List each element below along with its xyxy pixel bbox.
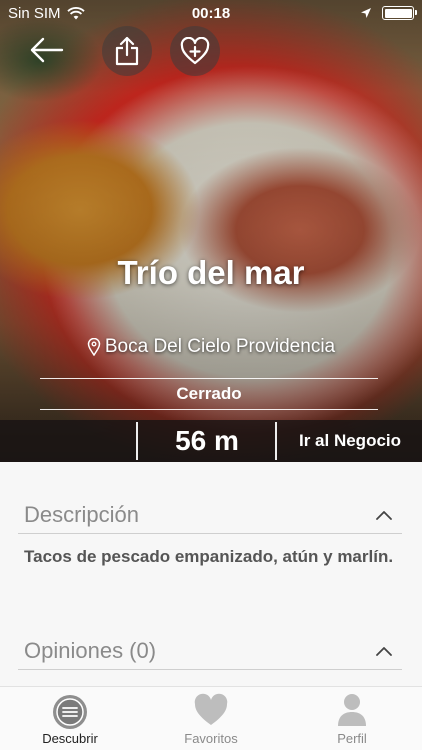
- location-arrow-icon: [361, 8, 371, 18]
- share-icon: [115, 36, 139, 66]
- heart-plus-icon: [180, 37, 210, 65]
- person-icon: [338, 694, 366, 726]
- heart-icon: [194, 693, 228, 725]
- place-title: Trío del mar: [117, 254, 305, 291]
- tab-bar: Descubrir Favoritos Perfil: [0, 686, 422, 750]
- tab-descubrir[interactable]: Descubrir: [0, 687, 140, 750]
- battery-icon: [382, 6, 417, 20]
- open-status: Cerrado: [40, 378, 378, 410]
- description-title: Descripción: [24, 502, 139, 527]
- back-button[interactable]: [28, 34, 64, 66]
- location-label: Boca Del Cielo Providencia: [104, 336, 336, 357]
- description-text: Tacos de pescado empanizado, atún y marl…: [24, 547, 394, 566]
- tab-label: Perfil: [337, 731, 367, 746]
- clock: 00:18: [191, 5, 231, 22]
- divider: [275, 422, 277, 460]
- tab-label: Favoritos: [184, 731, 238, 746]
- status-bar: Sin SIM 00:18: [0, 0, 422, 28]
- chevron-up-icon: [376, 647, 392, 656]
- go-to-business-button[interactable]: Ir al Negocio: [278, 420, 422, 462]
- distance-value: 56 m: [175, 425, 239, 456]
- share-button[interactable]: [102, 26, 152, 76]
- map-pin-icon: [87, 338, 101, 356]
- tab-perfil[interactable]: Perfil: [282, 687, 422, 750]
- reviews-title: Opiniones (0): [24, 638, 157, 663]
- add-favorite-button[interactable]: [170, 26, 220, 76]
- menu-circle-icon: [53, 695, 87, 729]
- chevron-up-icon: [376, 511, 392, 520]
- info-bar: 56 m Ir al Negocio: [0, 420, 422, 462]
- description-header[interactable]: Descripción: [18, 498, 402, 534]
- reviews-header[interactable]: Opiniones (0): [18, 634, 402, 670]
- location-row[interactable]: Boca Del Cielo Providencia: [0, 336, 422, 358]
- open-status-label: Cerrado: [176, 384, 242, 403]
- tab-label: Descubrir: [42, 731, 98, 746]
- arrow-left-icon: [30, 37, 64, 63]
- tab-favoritos[interactable]: Favoritos: [141, 687, 281, 750]
